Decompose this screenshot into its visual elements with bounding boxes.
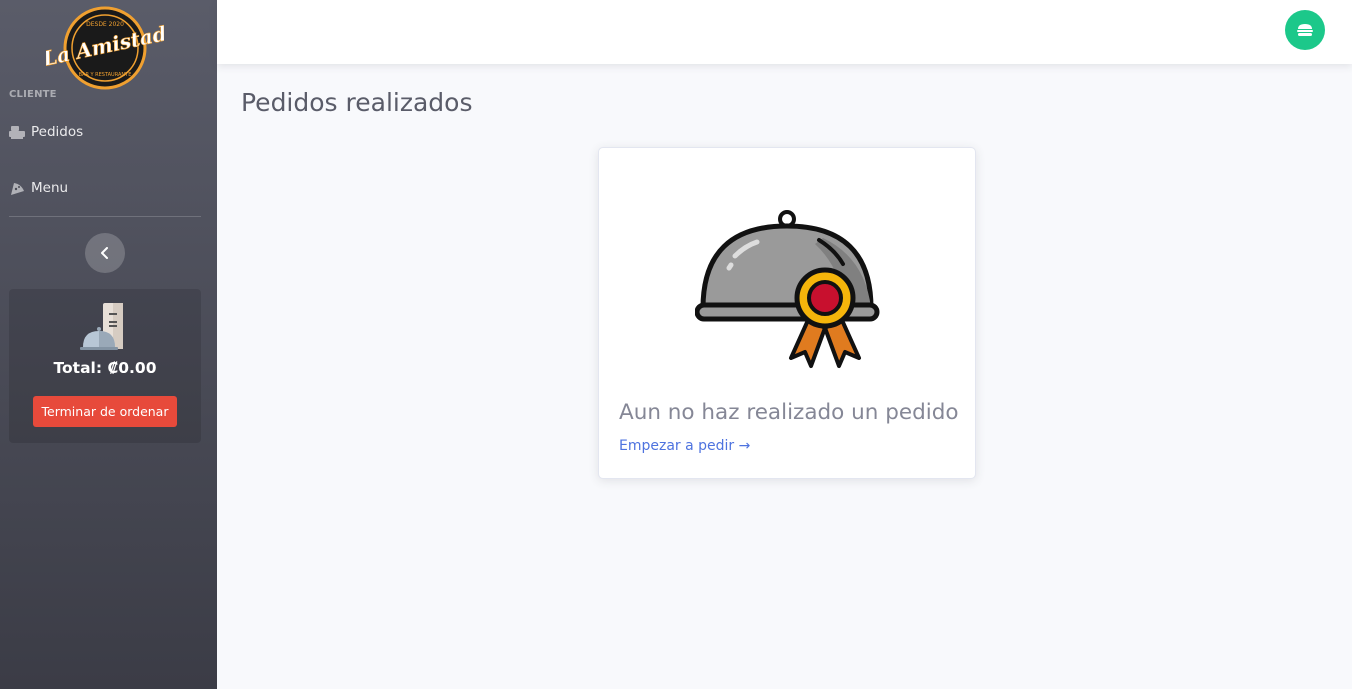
- checkout-button[interactable]: Terminar de ordenar: [33, 396, 177, 427]
- empty-orders-message: Aun no haz realizado un pedido: [619, 400, 959, 425]
- cloche-award-icon: [694, 208, 881, 370]
- chevron-left-icon: [101, 247, 108, 259]
- burger-icon: [1297, 24, 1313, 36]
- sidebar-toggle-button[interactable]: [85, 233, 125, 273]
- brand-logo[interactable]: DESDE 2020 La Amistad BAR Y RESTAURANTE: [39, 6, 169, 90]
- svg-text:DESDE 2020: DESDE 2020: [86, 21, 124, 28]
- user-menu-button[interactable]: [1285, 10, 1325, 50]
- topbar: [217, 0, 1352, 64]
- sidebar-divider: [9, 216, 201, 217]
- start-ordering-link[interactable]: Empezar a pedir →: [619, 438, 750, 454]
- pizza-slice-icon: [9, 180, 25, 196]
- sidebar: DESDE 2020 La Amistad BAR Y RESTAURANTE …: [0, 0, 217, 689]
- cloche-receipt-icon: [79, 301, 131, 353]
- logo-icon: DESDE 2020 La Amistad BAR Y RESTAURANTE: [39, 6, 169, 90]
- sidebar-item-menu[interactable]: Menu: [9, 177, 68, 199]
- empty-orders-card: Aun no haz realizado un pedido Empezar a…: [598, 147, 976, 479]
- sidebar-item-label: Menu: [31, 180, 69, 196]
- cash-register-icon: [9, 124, 25, 140]
- svg-text:BAR Y RESTAURANTE: BAR Y RESTAURANTE: [79, 72, 132, 78]
- page-title: Pedidos realizados: [241, 88, 473, 117]
- cart-summary: Total: ₡0.00 Terminar de ordenar: [9, 289, 201, 443]
- sidebar-item-pedidos[interactable]: Pedidos: [9, 121, 83, 143]
- cart-total: Total: ₡0.00: [53, 359, 157, 377]
- sidebar-item-label: Pedidos: [31, 124, 84, 140]
- sidebar-heading: CLIENTE: [9, 89, 57, 100]
